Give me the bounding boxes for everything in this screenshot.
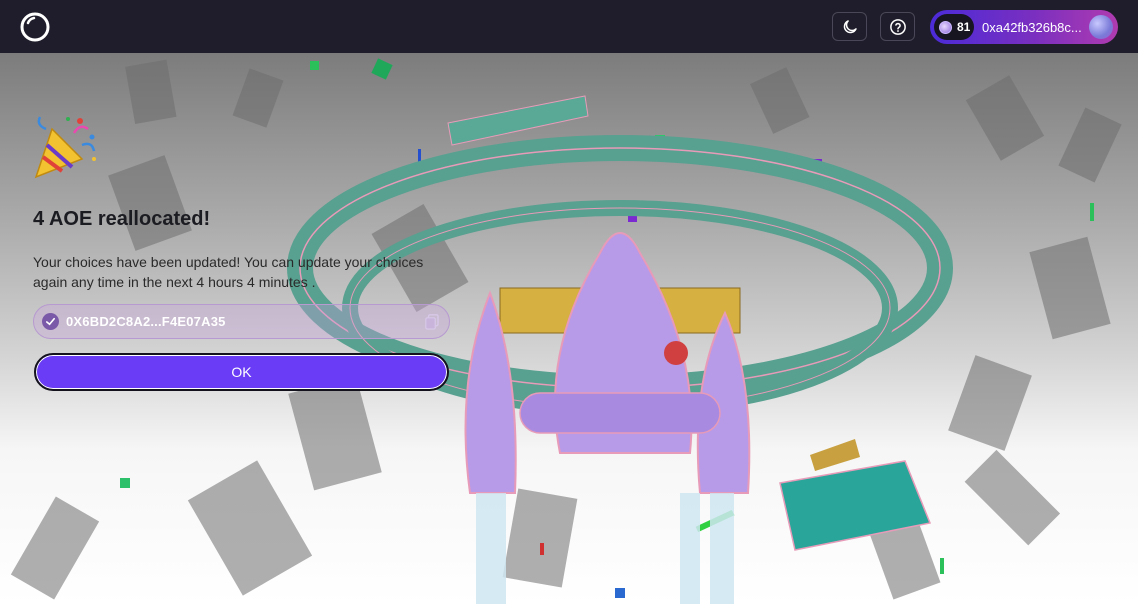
transaction-hash: 0X6BD2C8A2...F4E07A35 [66,314,226,329]
dialog-description: Your choices have been updated! You can … [33,254,424,290]
token-icon [939,20,952,34]
token-count: 81 [957,20,971,34]
logo-icon[interactable] [19,11,51,43]
check-icon [42,313,59,330]
top-bar: 81 0xa42fb326b8c... [0,0,1138,53]
theme-toggle-button[interactable] [832,12,867,41]
wallet-address: 0xa42fb326b8c... [982,19,1082,35]
question-icon [889,18,906,35]
moon-icon [843,19,857,33]
ok-button[interactable]: OK [34,353,449,391]
help-button[interactable] [880,12,915,41]
wallet-button[interactable]: 81 0xa42fb326b8c... [930,10,1118,44]
dialog-title: 4 AOE reallocated! [33,208,211,230]
copy-icon[interactable] [425,314,439,330]
transaction-hash-field[interactable]: 0X6BD2C8A2...F4E07A35 [33,304,450,339]
party-popper-icon [34,116,96,179]
reallocation-dialog: 4 AOE reallocated! Your choices have bee… [0,53,470,413]
avatar [1089,15,1113,39]
token-balance: 81 [934,14,974,40]
